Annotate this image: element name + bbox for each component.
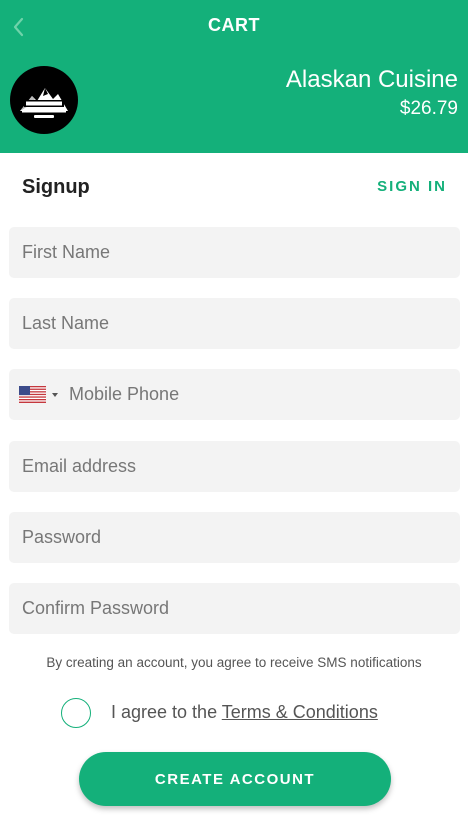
mountain-logo-icon (11, 67, 77, 133)
password-field (9, 512, 460, 563)
restaurant-name: Alaskan Cuisine (285, 66, 458, 93)
cart-header: CART Alaskan Cuisine $26.79 (0, 0, 468, 153)
restaurant-logo (10, 66, 78, 134)
terms-label: I agree to the Terms & Conditions (111, 702, 378, 723)
signup-title: Signup (22, 176, 90, 198)
page-title: CART (208, 15, 260, 35)
terms-prefix: I agree to the (111, 702, 218, 722)
us-flag-icon (19, 386, 46, 403)
last-name-input[interactable] (9, 298, 460, 349)
terms-agreement: I agree to the Terms & Conditions (61, 697, 378, 728)
terms-link[interactable]: Terms & Conditions (222, 702, 378, 722)
terms-checkbox[interactable] (61, 697, 91, 728)
first-name-input[interactable] (9, 227, 460, 278)
email-input[interactable] (9, 441, 460, 492)
last-name-field (9, 298, 460, 349)
password-input[interactable] (9, 512, 460, 563)
mobile-phone-field (9, 369, 460, 420)
sms-consent-notice: By creating an account, you agree to rec… (46, 655, 422, 670)
cart-total: $26.79 (399, 98, 458, 119)
sign-in-link[interactable]: SIGN IN (377, 178, 447, 195)
create-account-button[interactable]: CREATE ACCOUNT (79, 752, 391, 806)
email-field (9, 441, 460, 492)
confirm-password-field (9, 583, 460, 634)
mobile-phone-input[interactable] (57, 369, 460, 420)
first-name-field (9, 227, 460, 278)
confirm-password-input[interactable] (9, 583, 460, 634)
